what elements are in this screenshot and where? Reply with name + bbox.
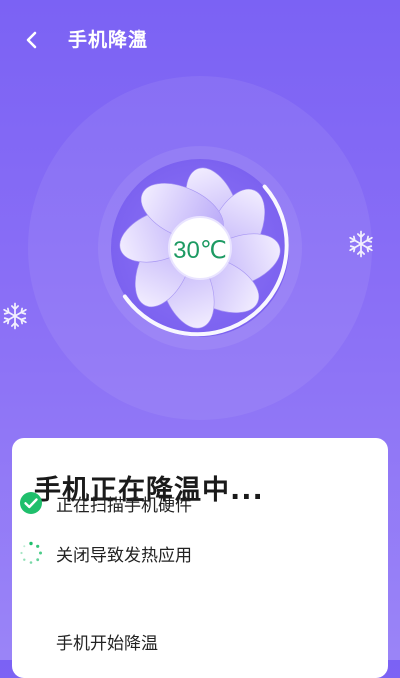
step-start-cooling: 手机开始降温 xyxy=(18,626,358,656)
step-label: 手机开始降温 xyxy=(56,633,158,654)
temperature-readout: 30℃ xyxy=(173,237,227,264)
chevron-left-icon xyxy=(26,31,37,49)
step-label: 关闭导致发热应用 xyxy=(56,545,192,566)
spinner-icon xyxy=(18,540,44,566)
pending-step-placeholder xyxy=(18,628,44,654)
step-scan-hardware: 正在扫描手机硬件 xyxy=(18,488,358,518)
cooling-fan-scene: 30℃ xyxy=(28,76,372,420)
step-label: 正在扫描手机硬件 xyxy=(56,495,192,516)
step-close-hot-apps: 关闭导致发热应用 xyxy=(18,538,358,568)
back-button[interactable] xyxy=(18,26,46,54)
snowflake-icon xyxy=(132,29,146,45)
check-circle-icon xyxy=(18,490,44,516)
